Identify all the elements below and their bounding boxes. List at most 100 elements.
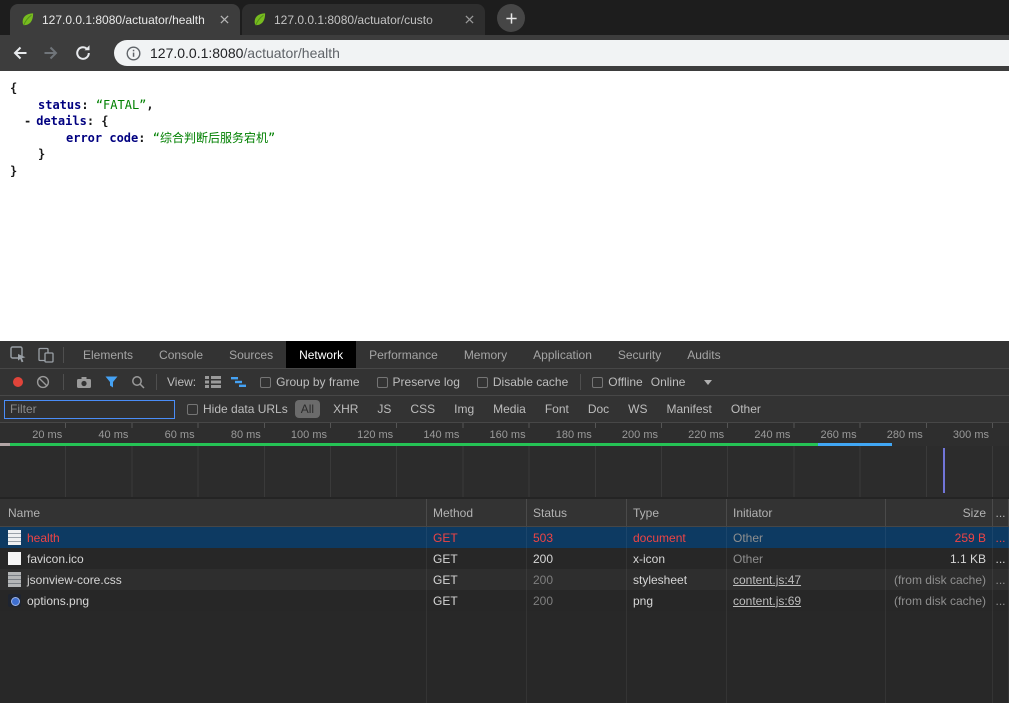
json-colon: : — [87, 114, 94, 128]
initiator-link[interactable]: content.js:47 — [733, 573, 801, 587]
network-row-options-png[interactable]: options.png GET 200 png content.js:69 (f… — [0, 590, 1009, 611]
devtools-tab-memory[interactable]: Memory — [451, 341, 520, 368]
tab-close-icon[interactable] — [461, 12, 477, 28]
overview-waterfall-icon[interactable] — [231, 376, 247, 388]
filter-chip-manifest[interactable]: Manifest — [661, 400, 718, 418]
clear-icon[interactable] — [36, 375, 50, 389]
devtools-tab-security[interactable]: Security — [605, 341, 674, 368]
initiator-link[interactable]: content.js:69 — [733, 594, 801, 608]
network-overview[interactable] — [0, 446, 1009, 499]
device-toolbar-icon[interactable] — [38, 347, 54, 363]
group-by-frame-label: Group by frame — [276, 375, 359, 389]
column-header-size[interactable]: Size — [886, 499, 993, 526]
filter-chip-media[interactable]: Media — [487, 400, 532, 418]
filter-chip-doc[interactable]: Doc — [582, 400, 615, 418]
screenshot-camera-icon[interactable] — [76, 376, 92, 389]
group-by-frame-checkbox[interactable] — [260, 377, 271, 388]
json-line: -details: { — [0, 113, 1009, 130]
search-icon[interactable] — [131, 375, 145, 389]
address-bar[interactable]: 127.0.0.1:8080/actuator/health — [114, 40, 1009, 66]
timeline-tick-label: 200 ms — [590, 429, 658, 441]
network-table-empty-area — [0, 611, 1009, 703]
json-colon: : — [138, 131, 145, 145]
throttling-dropdown[interactable]: Online — [651, 375, 713, 389]
devtools-tab-application[interactable]: Application — [520, 341, 605, 368]
devtools-tab-network[interactable]: Network — [286, 341, 356, 368]
column-header-status[interactable]: Status — [527, 499, 627, 526]
preserve-log-label: Preserve log — [393, 375, 460, 389]
column-header-type[interactable]: Type — [627, 499, 727, 526]
request-type: stylesheet — [627, 569, 727, 590]
tab-title: 127.0.0.1:8080/actuator/custo — [274, 13, 454, 27]
filter-chip-xhr[interactable]: XHR — [327, 400, 364, 418]
new-tab-button[interactable] — [497, 4, 525, 32]
json-collapse-toggle[interactable]: - — [24, 114, 31, 128]
request-method: GET — [427, 590, 527, 611]
tab-title: 127.0.0.1:8080/actuator/health — [42, 13, 209, 27]
json-value-error-code: “综合判断后服务宕机” — [153, 131, 275, 145]
hide-data-urls-label: Hide data URLs — [203, 402, 288, 416]
request-name: favicon.ico — [27, 552, 84, 566]
request-name: health — [27, 531, 60, 545]
timeline-tick-label: 300 ms — [921, 429, 989, 441]
json-key-details: details — [36, 114, 87, 128]
tab-close-icon[interactable] — [216, 12, 232, 28]
offline-label: Offline — [608, 375, 642, 389]
request-size: 259 B — [886, 527, 993, 548]
column-header-initiator[interactable]: Initiator — [727, 499, 886, 526]
network-row-jsonview-core-css[interactable]: jsonview-core.css GET 200 stylesheet con… — [0, 569, 1009, 590]
filter-chip-ws[interactable]: WS — [622, 400, 653, 418]
divider — [580, 374, 581, 390]
browser-window: 127.0.0.1:8080/actuator/health 127.0.0.1… — [0, 0, 1009, 703]
devtools-tab-sources[interactable]: Sources — [216, 341, 286, 368]
json-line: error code: “综合判断后服务宕机” — [0, 130, 1009, 147]
filter-chip-all[interactable]: All — [295, 400, 320, 418]
record-button[interactable] — [13, 377, 23, 387]
json-open-brace: { — [10, 81, 17, 95]
filter-chip-css[interactable]: CSS — [404, 400, 441, 418]
page-info-icon[interactable] — [126, 46, 141, 61]
network-row-favicon[interactable]: favicon.ico GET 200 x-icon Other 1.1 KB … — [0, 548, 1009, 569]
request-method: GET — [427, 548, 527, 569]
hide-data-urls-checkbox[interactable] — [187, 404, 198, 415]
reload-button[interactable] — [74, 44, 92, 62]
timeline-ruler[interactable]: 20 ms40 ms60 ms80 ms100 ms120 ms140 ms16… — [0, 422, 1009, 446]
page-content: { status: “FATAL”, -details: { error cod… — [0, 71, 1009, 341]
timeline-tick-label: 40 ms — [60, 429, 128, 441]
devtools-tab-audits[interactable]: Audits — [674, 341, 733, 368]
request-method: GET — [427, 527, 527, 548]
preserve-log-checkbox[interactable] — [377, 377, 388, 388]
column-header-more[interactable]: ... — [993, 499, 1009, 526]
network-filter-bar: Hide data URLs All XHR JS CSS Img Media Font Do… — [0, 395, 1009, 422]
browser-tab-health[interactable]: 127.0.0.1:8080/actuator/health — [10, 4, 240, 35]
offline-checkbox[interactable] — [592, 377, 603, 388]
browser-tab-custom[interactable]: 127.0.0.1:8080/actuator/custo — [242, 4, 485, 35]
filter-chip-js[interactable]: JS — [371, 400, 397, 418]
chevron-down-icon — [704, 380, 712, 385]
filter-input[interactable] — [4, 400, 175, 419]
json-value-status: “FATAL” — [96, 98, 147, 112]
back-button[interactable] — [10, 44, 29, 62]
devtools-tab-console[interactable]: Console — [146, 341, 216, 368]
spring-leaf-favicon — [252, 12, 267, 27]
request-type: document — [627, 527, 727, 548]
disable-cache-checkbox[interactable] — [477, 377, 488, 388]
network-row-health[interactable]: health GET 503 document Other 259 B ... — [0, 527, 1009, 548]
inspect-element-icon[interactable] — [10, 346, 27, 363]
timeline-tick-label: 120 ms — [325, 429, 393, 441]
forward-button[interactable] — [42, 44, 61, 62]
filter-chip-other[interactable]: Other — [725, 400, 767, 418]
timeline-tick-label: 80 ms — [193, 429, 261, 441]
column-header-method[interactable]: Method — [427, 499, 527, 526]
filter-chip-font[interactable]: Font — [539, 400, 575, 418]
list-view-icon[interactable] — [205, 376, 221, 388]
filter-chip-img[interactable]: Img — [448, 400, 480, 418]
request-status: 200 — [527, 548, 627, 569]
column-header-name[interactable]: Name — [0, 499, 427, 526]
divider — [63, 374, 64, 390]
devtools-tab-performance[interactable]: Performance — [356, 341, 451, 368]
devtools-tab-elements[interactable]: Elements — [70, 341, 146, 368]
request-initiator: Other — [727, 548, 886, 569]
filter-funnel-icon[interactable] — [105, 376, 118, 388]
divider — [63, 347, 64, 363]
